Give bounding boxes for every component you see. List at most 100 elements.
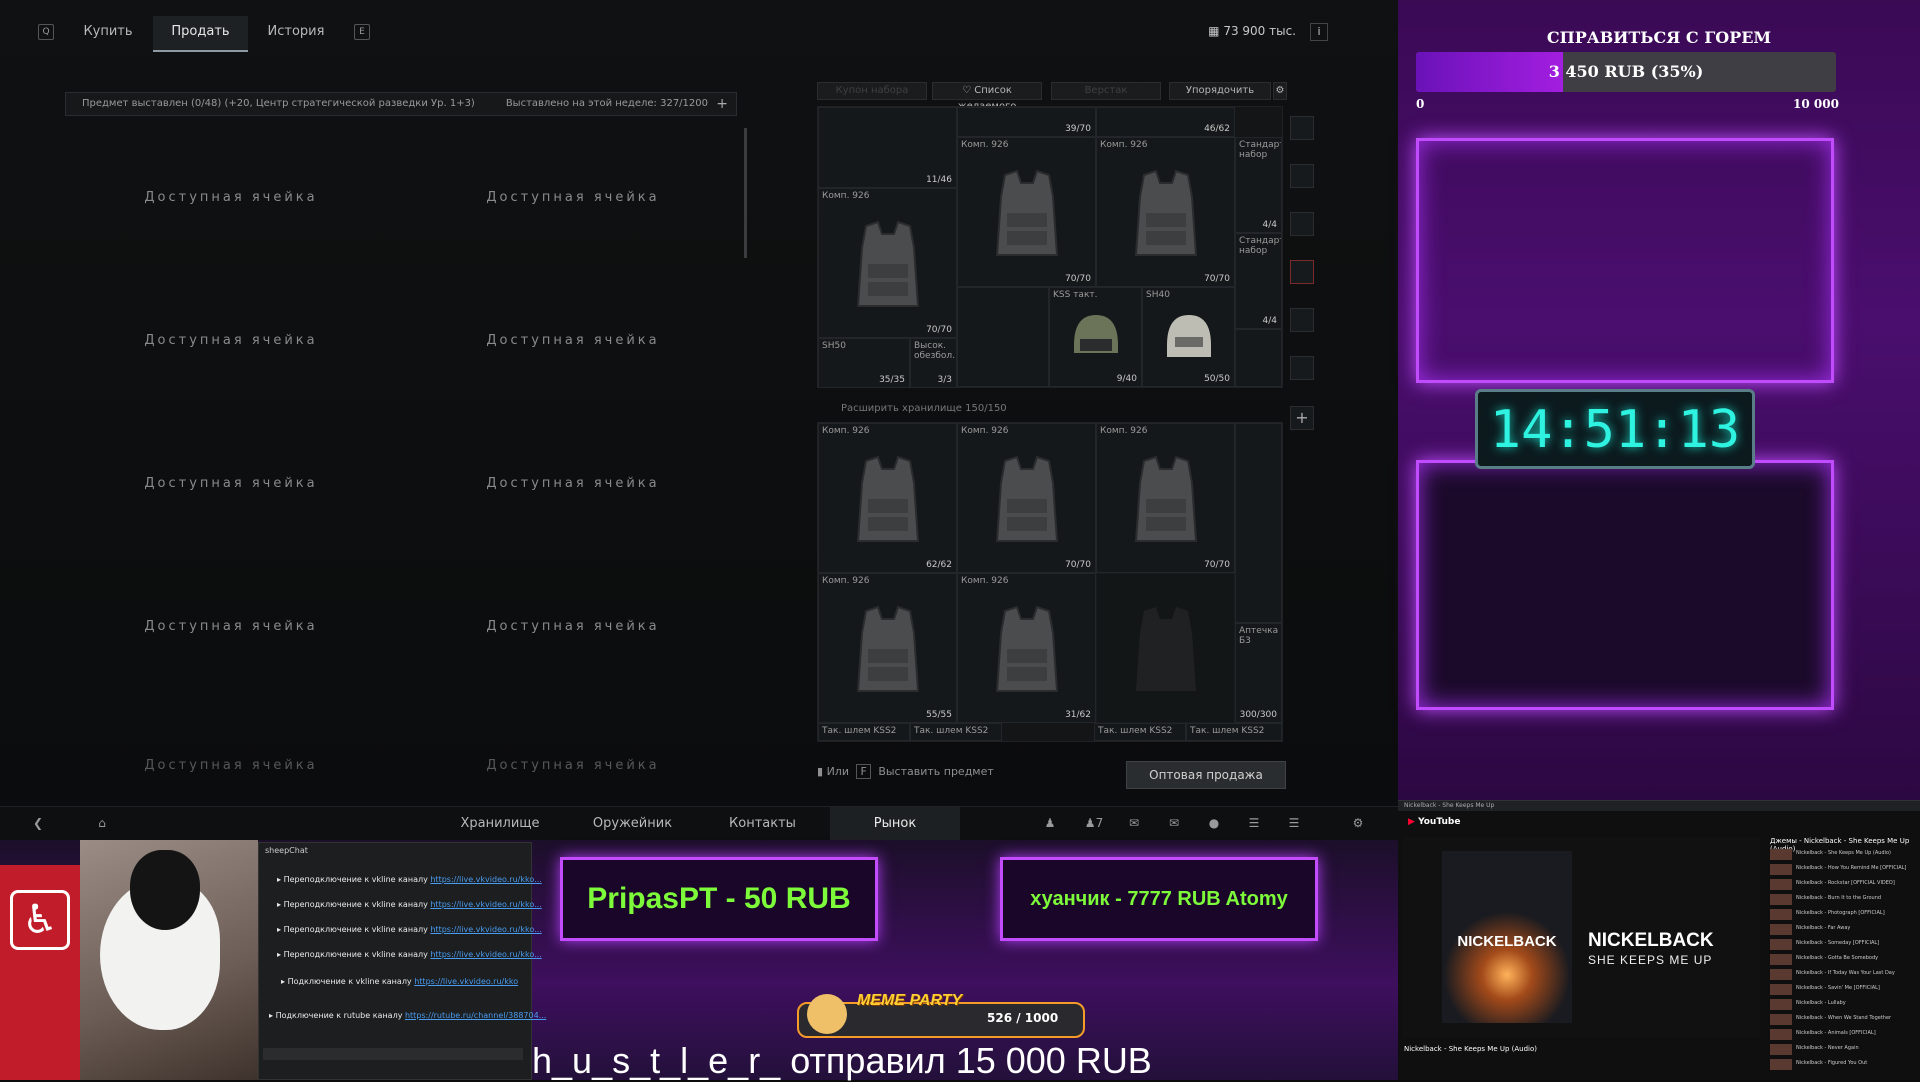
add-slot-button[interactable]: +: [716, 93, 728, 115]
chat-icon[interactable]: ✉: [1126, 816, 1142, 832]
nav-contacts[interactable]: Контакты: [700, 807, 825, 840]
stash-tab-icon[interactable]: [1290, 212, 1314, 236]
home-icon[interactable]: [1290, 116, 1314, 140]
stash-item-vest[interactable]: Комп. 926 62/62: [818, 423, 957, 573]
available-slot[interactable]: Доступная ячейка: [131, 619, 331, 634]
playlist-item[interactable]: Nickelback - Photograph [OFFICIAL]: [1770, 909, 1916, 921]
stash-tab-icon[interactable]: [1290, 164, 1314, 188]
listing-scrollbar[interactable]: [744, 128, 747, 258]
stash-item-vest[interactable]: Комп. 926 70/70: [957, 137, 1096, 287]
youtube-logo[interactable]: ▶ YouTube: [1408, 817, 1460, 827]
chat-link[interactable]: https://live.vkvideo.ru/kko...: [430, 925, 541, 934]
mail-icon[interactable]: ✉: [1166, 816, 1182, 832]
playlist-item[interactable]: Nickelback - Lullaby: [1770, 999, 1916, 1011]
notification-icon[interactable]: ●: [1206, 816, 1222, 832]
stash-item[interactable]: [1235, 423, 1282, 623]
nav-storage[interactable]: Хранилище: [440, 807, 560, 840]
playlist-item[interactable]: Nickelback - Figured You Out: [1770, 1059, 1916, 1071]
playlist-item[interactable]: Nickelback - Someday [OFFICIAL]: [1770, 939, 1916, 951]
playlist-item[interactable]: Nickelback - When We Stand Together: [1770, 1014, 1916, 1026]
video-player[interactable]: NICKELBACK NICKELBACK SHE KEEPS ME UP: [1402, 837, 1760, 1037]
tab-history[interactable]: История: [256, 16, 336, 52]
tab-sell[interactable]: Продать: [153, 16, 248, 52]
squad-icon[interactable]: ♟: [1042, 816, 1058, 832]
available-slot[interactable]: Доступная ячейка: [131, 476, 331, 491]
workbench-button[interactable]: Верстак: [1051, 82, 1161, 100]
available-slot[interactable]: Доступная ячейка: [473, 758, 673, 773]
playlist-thumbnail: [1770, 1014, 1792, 1025]
available-slot[interactable]: Доступная ячейка: [473, 333, 673, 348]
expand-stash-label[interactable]: Расширить хранилище 150/150: [817, 400, 1283, 418]
stash-item-helmet[interactable]: SH40 50/50: [1142, 287, 1235, 387]
stash-item-kit[interactable]: Стандарт. набор 4/4: [1235, 233, 1282, 329]
stash-item-helmet[interactable]: Так. шлем KSS2: [1186, 723, 1282, 741]
stash-item-vest[interactable]: Комп. 926 70/70: [957, 423, 1096, 573]
settings-icon[interactable]: ⚙: [1350, 816, 1366, 832]
tab-buy[interactable]: Купить: [70, 16, 146, 52]
playlist-item[interactable]: Nickelback - How You Remind Me [OFFICIAL…: [1770, 864, 1916, 876]
chat-link[interactable]: https://live.vkvideo.ru/kko...: [430, 875, 541, 884]
stash-item[interactable]: 11/46: [818, 107, 957, 188]
stash-item-helmet[interactable]: Так. шлем KSS2: [818, 723, 910, 741]
stash-item-helmet[interactable]: [957, 287, 1049, 387]
sort-button[interactable]: Упорядочить: [1169, 82, 1271, 100]
stash-tab-icon[interactable]: [1290, 260, 1314, 284]
playlist-item[interactable]: Nickelback - She Keeps Me Up (Audio): [1770, 849, 1916, 861]
stash-item[interactable]: 39/70: [957, 107, 1096, 137]
stash-item-helmet[interactable]: Так. шлем KSS2: [1094, 723, 1186, 741]
coupon-button[interactable]: Купон набора: [817, 82, 927, 100]
donor-name-1: PripasPT - 50 RUB: [587, 882, 851, 915]
item-label: Аптечка Б3: [1239, 626, 1279, 646]
stash-item-helmet[interactable]: KSS такт. 9/40: [1049, 287, 1142, 387]
info-button[interactable]: i: [1310, 23, 1328, 41]
settings-icon[interactable]: ⚙: [1273, 82, 1287, 100]
available-slot[interactable]: Доступная ячейка: [131, 333, 331, 348]
tasks-icon[interactable]: ☰: [1246, 816, 1262, 832]
playlist-item[interactable]: Nickelback - Animals [OFFICIAL]: [1770, 1029, 1916, 1041]
item-label: SH40: [1146, 290, 1170, 300]
home-icon[interactable]: ⌂: [94, 816, 110, 832]
stash-item-vest[interactable]: [1096, 573, 1235, 723]
available-slot[interactable]: Доступная ячейка: [131, 190, 331, 205]
playlist-item[interactable]: Nickelback - Savin' Me [OFFICIAL]: [1770, 984, 1916, 996]
chat-link[interactable]: https://live.vkvideo.ru/kko...: [430, 900, 541, 909]
available-slot[interactable]: Доступная ячейка: [131, 758, 331, 773]
chat-link[interactable]: https://live.vkvideo.ru/kko...: [430, 950, 541, 959]
stash-item-vest[interactable]: Комп. 926 70/70: [818, 188, 957, 338]
chat-link[interactable]: https://rutube.ru/channel/388704...: [405, 1011, 546, 1020]
browser-tabs[interactable]: Nickelback - She Keeps Me Up: [1398, 801, 1920, 811]
stash-item[interactable]: 46/62: [1096, 107, 1235, 137]
playlist-item[interactable]: Nickelback - If Today Was Your Last Day: [1770, 969, 1916, 981]
stash-item-kit[interactable]: Стандарт. набор 4/4: [1235, 137, 1282, 233]
nav-armory[interactable]: Оружейник: [570, 807, 695, 840]
stash-item-helmet[interactable]: Так. шлем KSS2: [910, 723, 1002, 741]
stash-tab-icon[interactable]: [1290, 308, 1314, 332]
stash-item-medkit[interactable]: Аптечка Б3 300/300: [1235, 623, 1282, 723]
menu-icon[interactable]: ☰: [1286, 816, 1302, 832]
stash-item[interactable]: [1235, 329, 1282, 387]
available-slot[interactable]: Доступная ячейка: [473, 619, 673, 634]
add-stash-tab-icon[interactable]: +: [1290, 406, 1314, 430]
playlist-item[interactable]: Nickelback - Rockstar [OFFICIAL VIDEO]: [1770, 879, 1916, 891]
stash-tab-icon[interactable]: [1290, 356, 1314, 380]
chat-toolbar[interactable]: [263, 1048, 523, 1060]
vest-icon: [995, 455, 1058, 542]
stash-item-vest[interactable]: Комп. 926 31/62: [957, 573, 1096, 723]
playlist-item[interactable]: Nickelback - Far Away: [1770, 924, 1916, 936]
playlist-item[interactable]: Nickelback - Never Again: [1770, 1044, 1916, 1056]
nav-market[interactable]: Рынок: [830, 807, 960, 840]
stash-item-plate[interactable]: SH50 35/35: [818, 338, 910, 388]
stash-item-vest[interactable]: Комп. 926 70/70: [1096, 137, 1235, 287]
friends-icon[interactable]: ♟7: [1082, 816, 1106, 832]
stash-item-meds[interactable]: Высок. обезбол. 3/3: [910, 338, 957, 388]
playlist-item[interactable]: Nickelback - Burn It to the Ground: [1770, 894, 1916, 906]
stash-item-vest[interactable]: Комп. 926 70/70: [1096, 423, 1235, 573]
back-icon[interactable]: ❮: [30, 816, 46, 832]
wholesale-button[interactable]: Оптовая продажа: [1126, 761, 1286, 789]
wishlist-button[interactable]: ♡ Список желаемого: [932, 82, 1042, 112]
stash-item-vest[interactable]: Комп. 926 55/55: [818, 573, 957, 723]
playlist-item[interactable]: Nickelback - Gotta Be Somebody: [1770, 954, 1916, 966]
chat-link[interactable]: https://live.vkvideo.ru/kko: [414, 977, 518, 986]
available-slot[interactable]: Доступная ячейка: [473, 190, 673, 205]
available-slot[interactable]: Доступная ячейка: [473, 476, 673, 491]
